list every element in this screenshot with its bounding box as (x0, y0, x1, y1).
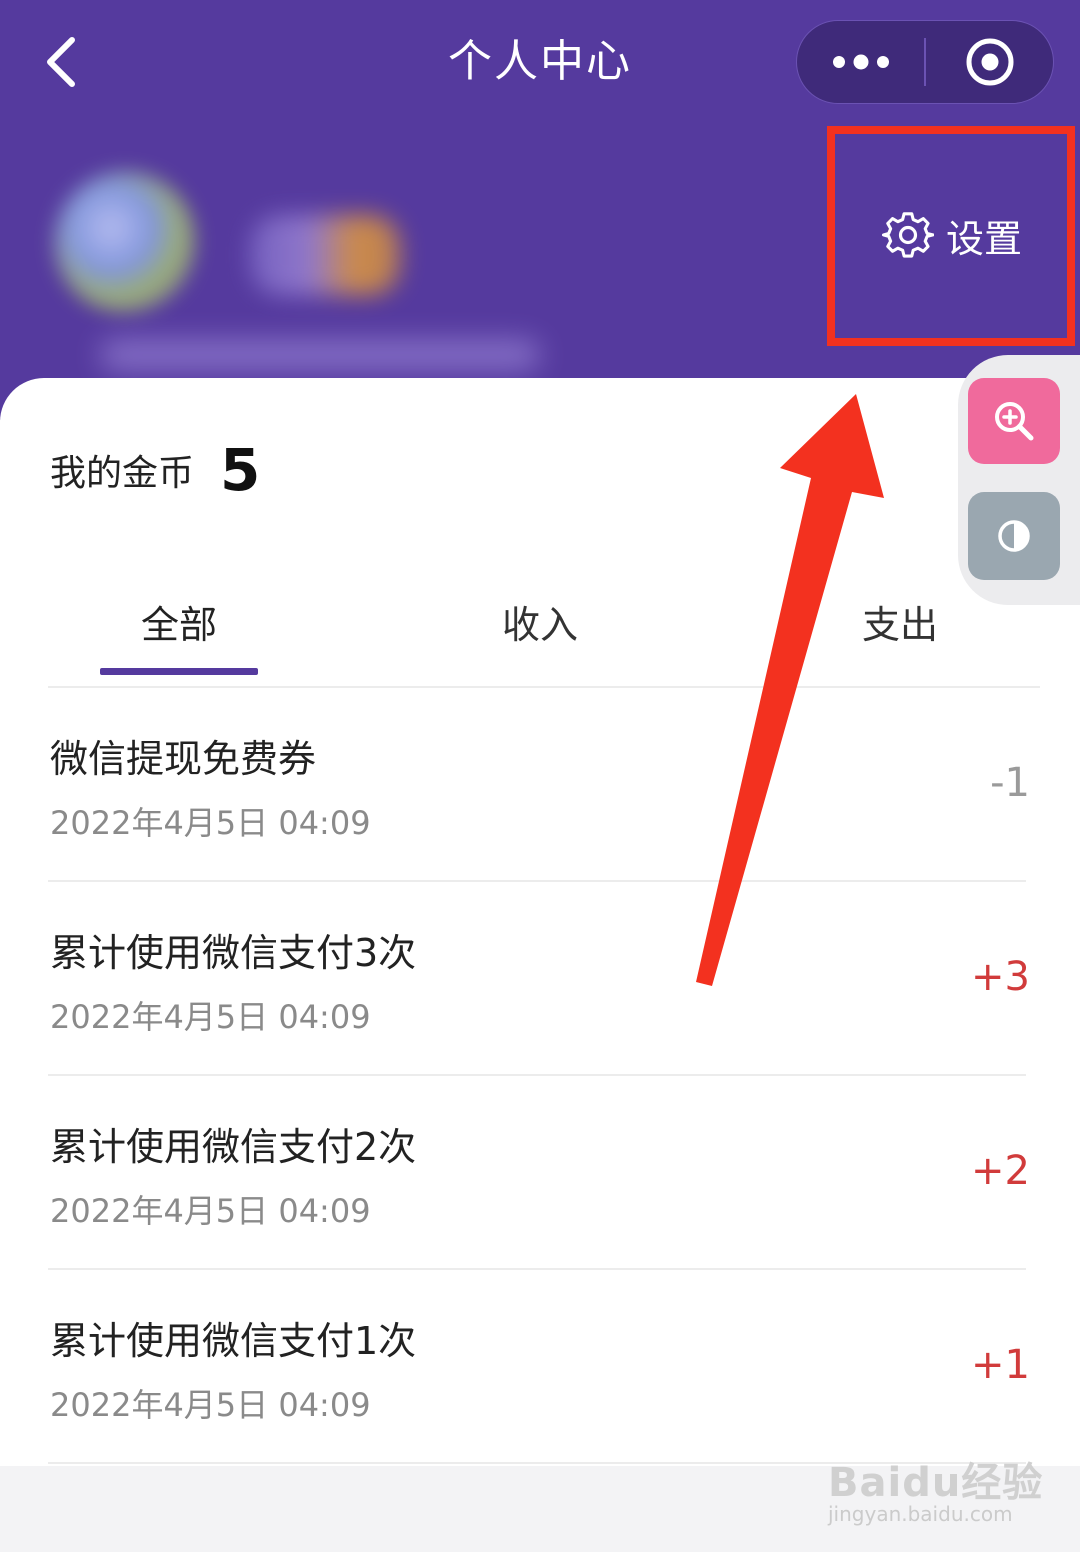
watermark-brand: Baidu经验 (828, 1460, 1044, 1506)
user-info-blurred (100, 340, 540, 370)
list-item[interactable]: 累计使用微信支付3次 2022年4月5日 04:09 +3 (0, 882, 1080, 1076)
coins-label: 我的金币 (50, 453, 195, 494)
record-amount: +2 (971, 1148, 1030, 1194)
record-time: 2022年4月5日 04:09 (50, 804, 371, 842)
back-button[interactable] (30, 30, 90, 94)
mini-program-capsule (796, 20, 1054, 104)
user-name-blurred (250, 215, 400, 295)
record-time: 2022年4月5日 04:09 (50, 998, 371, 1036)
record-time: 2022年4月5日 04:09 (50, 1192, 371, 1230)
tab-all[interactable]: 全部 (100, 580, 258, 672)
watermark-url: jingyan.baidu.com (828, 1502, 1013, 1526)
avatar[interactable] (55, 172, 195, 312)
coins-value: 5 (220, 436, 261, 504)
gear-icon (881, 209, 934, 261)
list-item[interactable]: 微信提现免费券 2022年4月5日 04:09 -1 (0, 688, 1080, 882)
record-title: 累计使用微信支付1次 (50, 1319, 417, 1363)
settings-button[interactable]: 设置 (838, 135, 1066, 335)
list-item[interactable]: 累计使用微信支付2次 2022年4月5日 04:09 +2 (0, 1076, 1080, 1270)
record-amount: -1 (990, 760, 1030, 806)
record-title: 累计使用微信支付3次 (50, 931, 417, 975)
record-amount: +1 (971, 1342, 1030, 1388)
close-mini-program-button[interactable] (926, 21, 1053, 103)
record-time: 2022年4月5日 04:09 (50, 1386, 371, 1424)
more-dots-icon (832, 54, 889, 70)
active-tab-indicator (100, 668, 258, 675)
record-title: 累计使用微信支付2次 (50, 1125, 417, 1169)
coins-summary: 我的金币 5 (50, 430, 260, 510)
chevron-left-icon (47, 37, 75, 87)
record-tabs: 全部 收入 支出 (0, 580, 1080, 680)
list-item[interactable]: 累计使用微信支付1次 2022年4月5日 04:09 +1 (0, 1270, 1080, 1464)
zoom-in-icon (995, 402, 1034, 441)
more-button[interactable] (797, 21, 924, 103)
record-amount: +3 (971, 954, 1030, 1000)
settings-label: 设置 (945, 216, 1022, 261)
record-title: 微信提现免费券 (50, 737, 317, 781)
tab-income[interactable]: 收入 (460, 580, 620, 672)
tab-expense[interactable]: 支出 (820, 580, 980, 672)
contrast-button[interactable] (968, 492, 1060, 580)
zoom-button[interactable] (968, 378, 1060, 464)
baidu-jingyan-watermark: Baidu经验 jingyan.baidu.com (828, 1440, 1058, 1540)
contrast-icon (998, 520, 1030, 552)
target-circle-icon (966, 38, 1013, 86)
